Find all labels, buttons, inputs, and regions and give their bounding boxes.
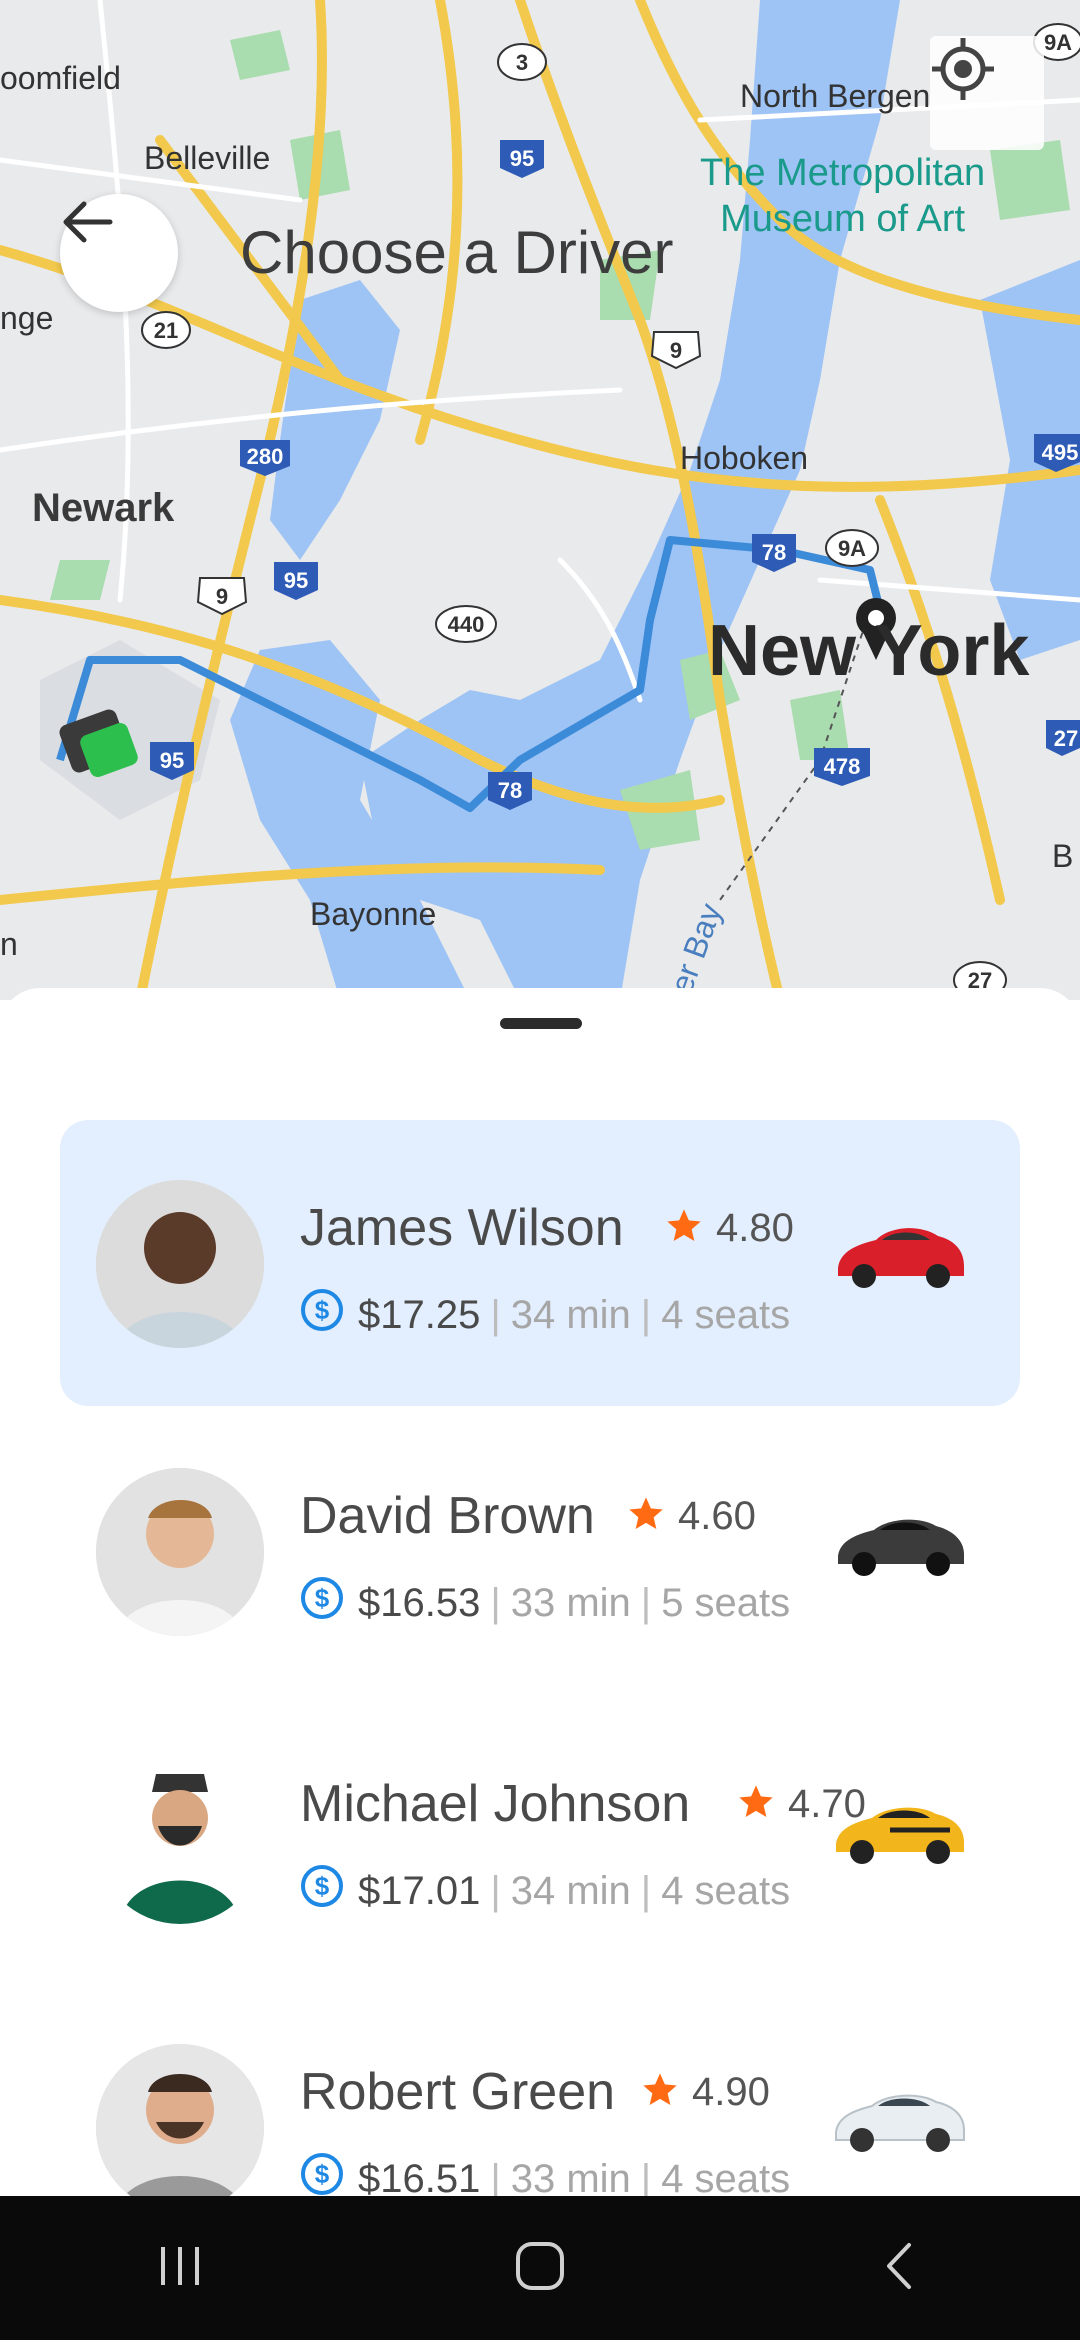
- driver-card[interactable]: Michael Johnson 4.70 $ $17.01 | 34 min |…: [60, 1696, 1020, 1982]
- seats: 4 seats: [661, 1292, 791, 1337]
- avatar: [96, 1180, 264, 1348]
- dollar-icon: $: [300, 2152, 344, 2196]
- avatar: [96, 1468, 264, 1636]
- trip-details: $ $17.25 | 34 min | 4 seats: [300, 1288, 790, 1342]
- recents-icon: [155, 2241, 205, 2296]
- rating: 4.60: [626, 1494, 756, 1539]
- sheet-drag-handle[interactable]: [500, 1018, 582, 1029]
- shield-4: 280: [247, 444, 284, 469]
- map-label-metropolitan[interactable]: The Metropolitan Museum of Art: [700, 150, 985, 242]
- rating: 4.90: [640, 2070, 770, 2115]
- separator: |: [640, 2156, 652, 2197]
- map-label-n-edge: n: [0, 926, 18, 962]
- map-label-orange: nge: [0, 300, 54, 336]
- avatar: [96, 1756, 264, 1924]
- shield-0: 3: [516, 50, 528, 75]
- my-location-button[interactable]: [930, 36, 1044, 150]
- svg-text:$: $: [315, 1871, 330, 1901]
- car-image: [830, 1210, 970, 1300]
- svg-text:$: $: [315, 1295, 330, 1325]
- star-icon: [736, 1782, 776, 1827]
- shield-9: 9A: [838, 536, 866, 561]
- shield-1: 95: [510, 146, 534, 171]
- price: $17.01: [358, 1868, 481, 1913]
- map-label-north-bergen: North Bergen: [740, 78, 931, 114]
- map-label-belleville: Belleville: [144, 140, 271, 176]
- car-image: [830, 1498, 970, 1588]
- shield-5: 9: [216, 584, 228, 609]
- driver-card[interactable]: James Wilson 4.80 $ $17.25 | 34 min | 4 …: [60, 1120, 1020, 1406]
- driver-card[interactable]: Robert Green 4.90 $ $16.51 | 33 min | 4 …: [60, 1984, 1020, 2196]
- map-label-hoboken: Hoboken: [680, 440, 809, 476]
- trip-details: $ $16.53 | 33 min | 5 seats: [300, 1576, 790, 1630]
- separator: |: [640, 1580, 652, 1625]
- driver-name: Michael Johnson: [300, 1775, 691, 1833]
- eta: 33 min: [510, 2156, 631, 2197]
- dollar-icon: $: [300, 1288, 344, 1342]
- seats: 4 seats: [661, 2156, 791, 2197]
- shield-7: 440: [448, 612, 485, 637]
- seats: 5 seats: [661, 1580, 791, 1625]
- car-image: [830, 1786, 970, 1876]
- back-chevron-icon: [875, 2241, 925, 2296]
- price: $17.25: [358, 1292, 481, 1337]
- trip-details: $ $16.51 | 33 min | 4 seats: [300, 2152, 790, 2196]
- dollar-icon: $: [300, 1576, 344, 1630]
- star-icon: [626, 1494, 666, 1539]
- shield-14: 27: [1054, 726, 1078, 751]
- shield-11: 78: [498, 778, 522, 803]
- driver-name: James Wilson: [300, 1199, 624, 1257]
- rating: 4.80: [664, 1206, 794, 1251]
- separator: |: [490, 1868, 501, 1913]
- separator: |: [490, 1580, 501, 1625]
- eta: 34 min: [510, 1292, 631, 1337]
- eta: 34 min: [510, 1868, 631, 1913]
- map-label-b-edge: B: [1052, 838, 1074, 874]
- separator: |: [490, 1292, 501, 1337]
- shield-8: 78: [762, 540, 786, 565]
- seats: 4 seats: [661, 1868, 791, 1913]
- shield-12: 478: [824, 754, 861, 779]
- shield-13: 495: [1042, 440, 1079, 465]
- separator: |: [640, 1868, 652, 1913]
- dollar-icon: $: [300, 1864, 344, 1918]
- trip-details: $ $17.01 | 34 min | 4 seats: [300, 1864, 790, 1918]
- home-button[interactable]: [480, 2218, 600, 2318]
- separator: |: [640, 1292, 652, 1337]
- eta: 33 min: [510, 1580, 631, 1625]
- svg-text:$: $: [315, 2159, 330, 2189]
- separator: |: [490, 2156, 501, 2197]
- car-image: [830, 2074, 970, 2164]
- route-map[interactable]: 3 95 21 9 280 9 95 440 78 9A 95 78 478 4…: [0, 0, 1080, 1000]
- map-label-new-york: New York: [708, 611, 1030, 691]
- shield-3: 9: [670, 338, 682, 363]
- page-title: Choose a Driver: [240, 219, 674, 286]
- shield-10: 95: [160, 748, 184, 773]
- avatar: [96, 2044, 264, 2196]
- recents-button[interactable]: [120, 2218, 240, 2318]
- back-button[interactable]: [60, 194, 178, 312]
- price: $16.53: [358, 1580, 481, 1625]
- system-back-button[interactable]: [840, 2218, 960, 2318]
- shield-16: 9A: [1044, 30, 1072, 55]
- map-label-bayonne: Bayonne: [310, 896, 437, 932]
- system-navigation-bar: [0, 2196, 1080, 2340]
- svg-text:$: $: [315, 1583, 330, 1613]
- star-icon: [664, 1206, 704, 1251]
- map-label-newark: Newark: [32, 486, 175, 530]
- rating-value: 4.90: [692, 2070, 770, 2114]
- shield-6: 95: [284, 568, 308, 593]
- rating-value: 4.60: [678, 1494, 756, 1538]
- rating-value: 4.80: [716, 1206, 794, 1250]
- star-icon: [640, 2070, 680, 2115]
- price: $16.51: [358, 2156, 481, 2197]
- driver-sheet: James Wilson 4.80 $ $17.25 | 34 min | 4 …: [0, 988, 1080, 2196]
- driver-name: David Brown: [300, 1487, 595, 1545]
- shield-2: 21: [154, 318, 178, 343]
- driver-name: Robert Green: [300, 2063, 616, 2121]
- map-label-bloomfield: oomfield: [0, 60, 121, 96]
- driver-card[interactable]: David Brown 4.60 $ $16.53 | 33 min | 5 s…: [60, 1408, 1020, 1694]
- home-icon: [512, 2238, 568, 2299]
